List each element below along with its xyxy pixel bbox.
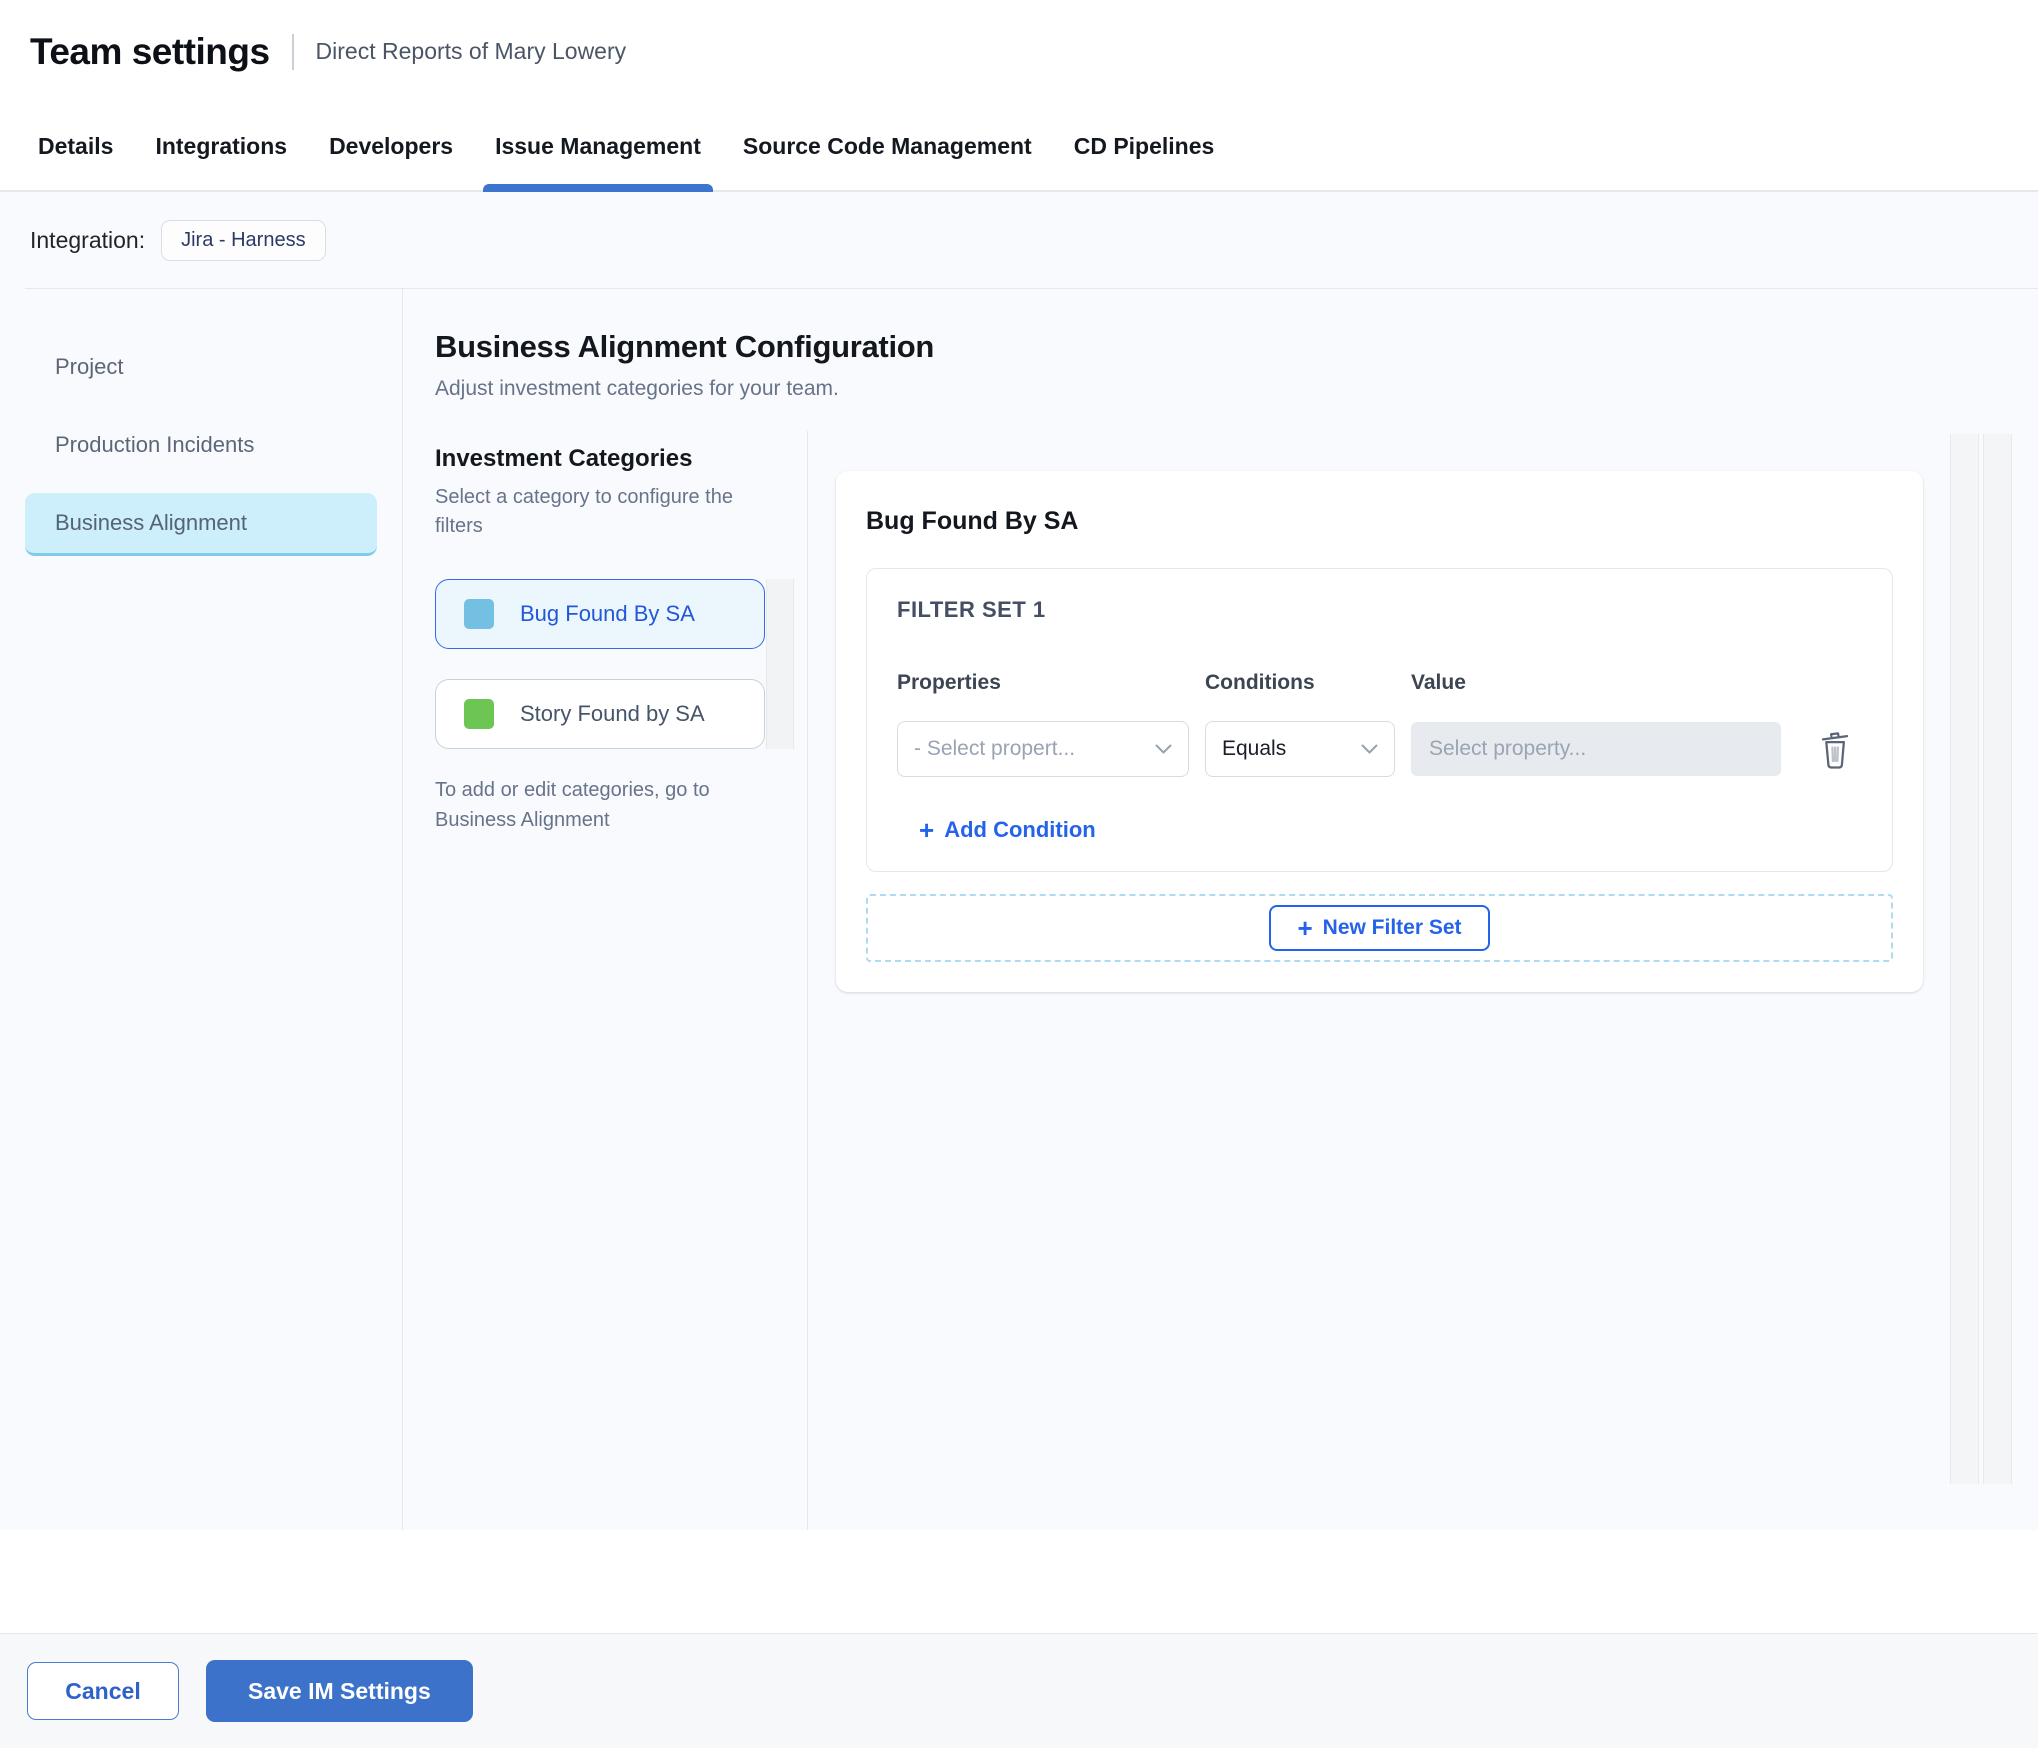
config-main: Business Alignment Configuration Adjust … xyxy=(403,289,2038,1530)
cancel-button[interactable]: Cancel xyxy=(27,1662,179,1720)
category-color-swatch-green xyxy=(464,699,494,729)
integration-label: Integration: xyxy=(30,226,146,253)
investment-categories-column: Investment Categories Select a category … xyxy=(435,431,807,1530)
investment-categories-description: Select a category to configure the filte… xyxy=(435,486,733,537)
filter-panel-column: Bug Found By SA FILTER SET 1 Properties … xyxy=(808,431,2038,1530)
new-filter-set-label: New Filter Set xyxy=(1322,916,1462,939)
category-filter-card: Bug Found By SA FILTER SET 1 Properties … xyxy=(836,471,1923,992)
page-header: Team settings Direct Reports of Mary Low… xyxy=(0,0,2038,103)
config-title: Business Alignment Configuration xyxy=(435,329,935,364)
value-input[interactable] xyxy=(1411,722,1781,776)
tab-issue-management[interactable]: Issue Management xyxy=(483,103,713,192)
sidebar-item-business-alignment[interactable]: Business Alignment xyxy=(25,493,377,556)
filter-set-title: FILTER SET 1 xyxy=(897,597,1046,622)
chevron-down-icon xyxy=(1361,744,1378,753)
integration-row: Integration: Jira - Harness xyxy=(0,192,2038,288)
new-filter-set-dropzone: + New Filter Set xyxy=(866,894,1893,962)
tab-details[interactable]: Details xyxy=(38,103,113,190)
sidebar-item-project[interactable]: Project xyxy=(25,337,377,397)
condition-select[interactable]: Equals xyxy=(1205,721,1395,777)
category-label: Story Found by SA xyxy=(520,701,705,726)
content-footer-gap xyxy=(0,1530,2038,1633)
category-story-found-by-sa[interactable]: Story Found by SA xyxy=(435,679,765,749)
condition-grid: Properties Conditions Value - Select pro… xyxy=(897,671,1862,777)
sidebar-item-production-incidents[interactable]: Production Incidents xyxy=(25,415,377,475)
property-select[interactable]: - Select propert... xyxy=(897,721,1189,777)
value-column-header: Value xyxy=(1411,671,1466,694)
save-im-settings-button[interactable]: Save IM Settings xyxy=(206,1660,473,1722)
conditions-column-header: Conditions xyxy=(1205,671,1315,694)
new-filter-set-button[interactable]: + New Filter Set xyxy=(1269,905,1490,951)
integration-chip[interactable]: Jira - Harness xyxy=(161,219,326,261)
tab-cd-pipelines[interactable]: CD Pipelines xyxy=(1074,103,1215,190)
trash-icon xyxy=(1821,732,1849,769)
category-list: Bug Found By SA Story Found by SA xyxy=(435,579,794,749)
footer-bar: Cancel Save IM Settings xyxy=(0,1633,2038,1748)
add-condition-button[interactable]: + Add Condition xyxy=(919,817,1096,843)
team-settings-page: Team settings Direct Reports of Mary Low… xyxy=(0,0,2038,1748)
add-condition-label: Add Condition xyxy=(944,817,1096,842)
tab-integrations[interactable]: Integrations xyxy=(155,103,287,190)
settings-body: Project Production Incidents Business Al… xyxy=(0,289,2038,1530)
property-select-placeholder: - Select propert... xyxy=(914,737,1076,760)
tab-bar: Details Integrations Developers Issue Ma… xyxy=(0,103,2038,192)
page-title: Team settings xyxy=(30,30,270,72)
category-list-scrollbar[interactable] xyxy=(766,579,794,749)
category-bug-found-by-sa[interactable]: Bug Found By SA xyxy=(435,579,765,649)
plus-icon: + xyxy=(919,815,935,845)
chevron-down-icon xyxy=(1155,744,1172,753)
settings-sidebar: Project Production Incidents Business Al… xyxy=(0,289,403,1530)
condition-select-value: Equals xyxy=(1222,737,1287,760)
category-color-swatch-blue xyxy=(464,599,494,629)
investment-categories-heading: Investment Categories xyxy=(435,445,693,472)
title-divider xyxy=(291,33,294,70)
page-subtitle: Direct Reports of Mary Lowery xyxy=(315,38,627,64)
plus-icon: + xyxy=(1297,913,1313,943)
properties-column-header: Properties xyxy=(897,671,1001,694)
scrollbar-track-outer[interactable] xyxy=(1983,434,2012,1484)
tab-source-code-management[interactable]: Source Code Management xyxy=(743,103,1032,190)
tab-developers[interactable]: Developers xyxy=(329,103,453,190)
category-label: Bug Found By SA xyxy=(520,601,695,626)
delete-condition-button[interactable] xyxy=(1817,728,1853,770)
scrollbar-track-inner[interactable] xyxy=(1950,434,1979,1484)
filter-card-title: Bug Found By SA xyxy=(866,507,1079,535)
config-subtitle: Adjust investment categories for your te… xyxy=(435,377,839,400)
filter-set-1: FILTER SET 1 Properties Conditions Value… xyxy=(866,568,1893,872)
content-area: Integration: Jira - Harness Project Prod… xyxy=(0,192,2038,1530)
categories-note: To add or edit categories, go to Busines… xyxy=(435,779,710,831)
